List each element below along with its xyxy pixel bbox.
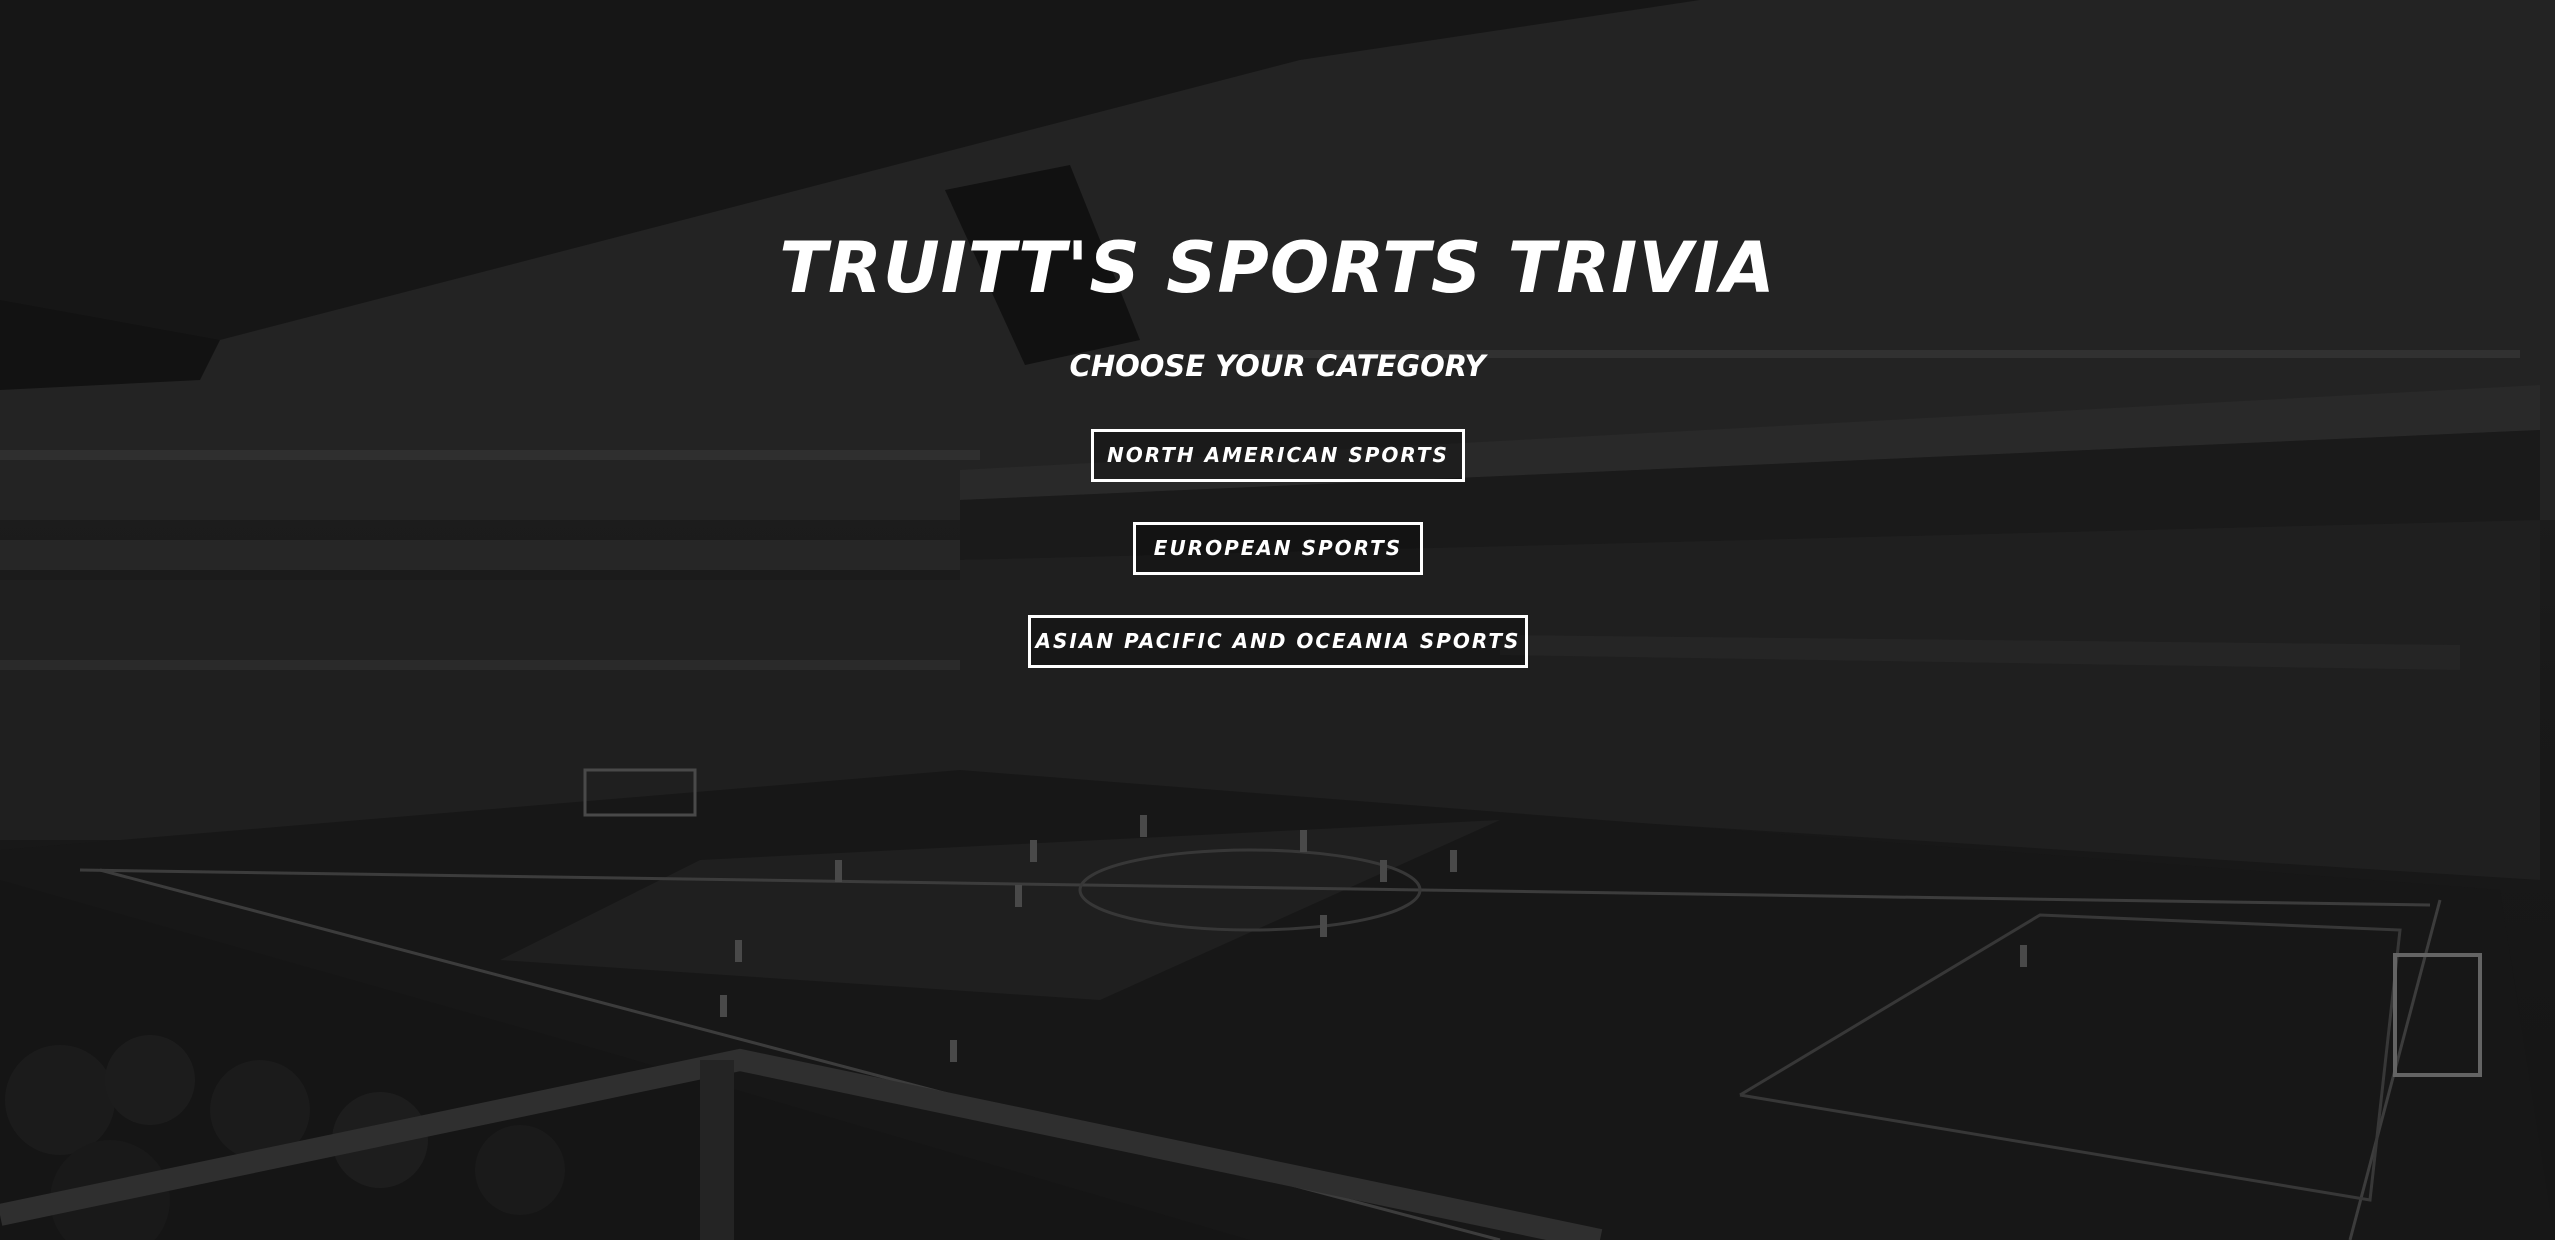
page-title: TRUITT'S SPORTS TRIVIA [779, 227, 1776, 309]
north-american-sports-button[interactable]: NORTH AMERICAN SPORTS [1091, 429, 1465, 482]
main-content: TRUITT'S SPORTS TRIVIA CHOOSE YOUR CATEG… [0, 0, 2555, 1240]
european-sports-button[interactable]: EUROPEAN SPORTS [1133, 522, 1423, 575]
page: TRUITT'S SPORTS TRIVIA CHOOSE YOUR CATEG… [0, 0, 2555, 1240]
category-prompt: CHOOSE YOUR CATEGORY [1069, 349, 1486, 383]
asian-pacific-oceania-sports-button[interactable]: ASIAN PACIFIC AND OCEANIA SPORTS [1028, 615, 1528, 668]
